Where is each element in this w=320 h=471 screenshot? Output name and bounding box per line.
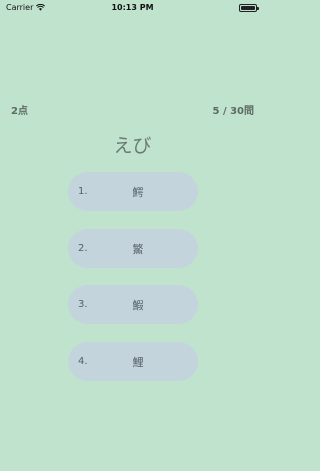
answer-button-1[interactable]: 1. 鰐 [68, 172, 198, 211]
score-label: 2点 [11, 106, 28, 117]
answer-button-2[interactable]: 2. 鰵 [68, 229, 198, 268]
answer-button-3[interactable]: 3. 鰕 [68, 285, 198, 324]
answer-text: 鰵 [132, 242, 144, 256]
status-time: 10:13 PM [111, 3, 154, 12]
battery-icon [239, 4, 259, 12]
answer-text: 鯉 [132, 355, 144, 369]
answer-text: 鰕 [132, 298, 144, 312]
answer-text: 鰐 [132, 185, 144, 199]
question-progress: 5 / 30問 [212, 106, 255, 117]
question-word: えび [113, 135, 152, 157]
answer-button-4[interactable]: 4. 鯉 [68, 342, 198, 381]
status-bar: Carrier 10:13 PM [0, 0, 265, 16]
